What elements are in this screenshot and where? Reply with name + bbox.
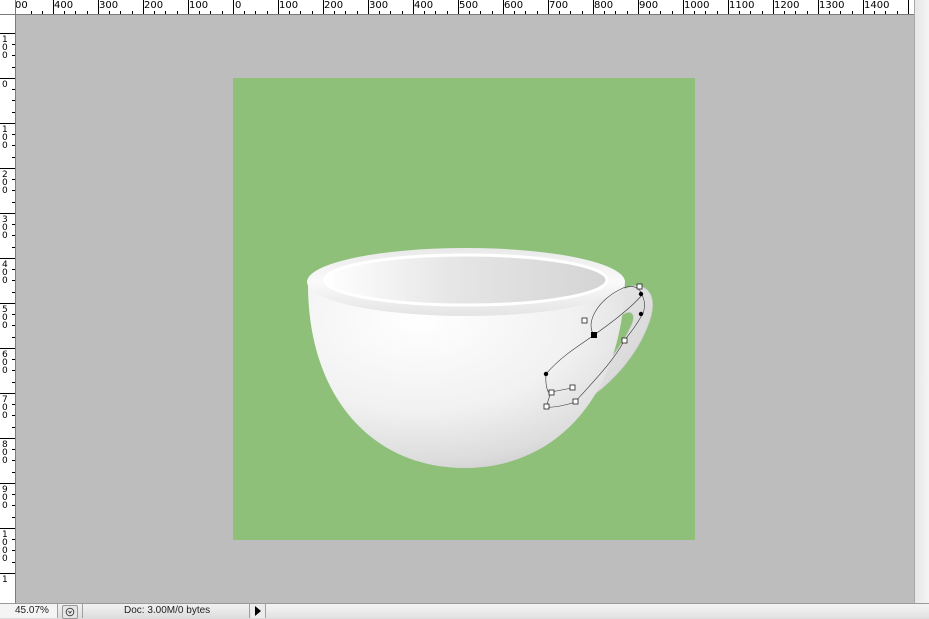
play-arrow-icon xyxy=(255,606,261,616)
ruler-label: 1000 xyxy=(2,530,8,564)
status-info-menu-button[interactable] xyxy=(251,604,266,618)
ruler-label: 1300 xyxy=(819,0,845,11)
ruler-label: 200 xyxy=(324,0,344,11)
ruler-label: 800 xyxy=(594,0,614,11)
ruler-label: 900 xyxy=(2,485,8,511)
ruler-label: 500 xyxy=(2,305,8,331)
ruler-label: 600 xyxy=(504,0,524,11)
ruler-label: 600 xyxy=(2,350,8,376)
horizontal-scrollbar[interactable] xyxy=(266,604,929,618)
ruler-label: 00 xyxy=(15,0,28,11)
status-bar: 45.07% Doc: 3.00M/0 bytes xyxy=(0,603,929,619)
ruler-label: 1200 xyxy=(774,0,800,11)
ruler-label: 300 xyxy=(369,0,389,11)
ruler-label: 1100 xyxy=(729,0,755,11)
ruler-label: 400 xyxy=(54,0,74,11)
ruler-label: 100 xyxy=(2,35,8,61)
ruler-label: 700 xyxy=(2,395,8,421)
ruler-label: 200 xyxy=(2,170,8,196)
ruler-label: 100 xyxy=(2,125,8,151)
zoom-level-field[interactable]: 45.07% xyxy=(0,604,58,618)
vertical-ruler[interactable]: 100 0 100 200 300 400 500 600 700 800 90… xyxy=(0,14,16,603)
vertical-scrollbar[interactable] xyxy=(914,0,929,603)
ruler-label: 1400 xyxy=(864,0,890,11)
ruler-label: 900 xyxy=(639,0,659,11)
ruler-label: 300 xyxy=(99,0,119,11)
ruler-label: 0 xyxy=(2,80,8,90)
ruler-label: 700 xyxy=(549,0,569,11)
ruler-label: 1000 xyxy=(684,0,710,11)
ruler-label: 100 xyxy=(279,0,299,11)
ruler-label: 400 xyxy=(2,260,8,286)
ruler-label: 500 xyxy=(459,0,479,11)
ruler-label: 300 xyxy=(2,215,8,241)
document-info: Doc: 3.00M/0 bytes xyxy=(82,604,250,618)
ruler-label: 800 xyxy=(2,440,8,466)
status-popup-button[interactable] xyxy=(62,605,78,619)
horizontal-ruler[interactable]: 00 400 300 200 100 0 100 200 300 400 500… xyxy=(0,0,914,15)
ruler-label: 100 xyxy=(189,0,209,11)
ruler-label: 0 xyxy=(235,0,242,11)
ruler-origin-corner[interactable] xyxy=(0,0,16,15)
ruler-label: 200 xyxy=(144,0,164,11)
ruler-label: 1 xyxy=(2,575,8,585)
cup-inner xyxy=(323,253,609,307)
ruler-label: 400 xyxy=(414,0,434,11)
status-popup-icon xyxy=(65,607,75,617)
teacup-artwork[interactable] xyxy=(233,78,695,540)
